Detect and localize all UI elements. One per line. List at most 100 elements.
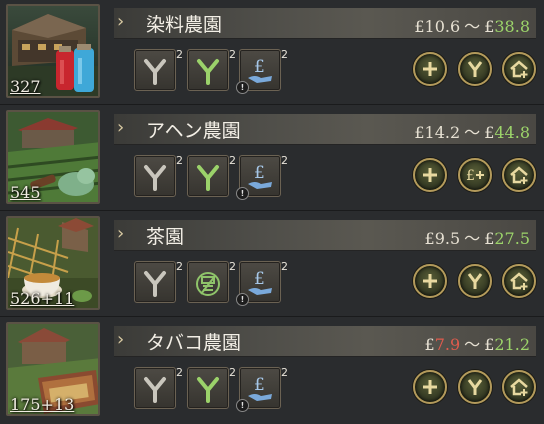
ownership-method-button[interactable]: £ 2 ! bbox=[236, 154, 288, 200]
chevron-right-icon[interactable]: › bbox=[117, 11, 124, 32]
branch-icon bbox=[467, 61, 483, 77]
building-name: アヘン農園 bbox=[146, 120, 241, 142]
ownership-method-button[interactable]: £ 2 ! bbox=[236, 366, 288, 412]
building-thumbnail[interactable]: 327 bbox=[6, 4, 100, 98]
tilde: ～ bbox=[464, 229, 481, 248]
automation-method-button[interactable]: 2 bbox=[187, 48, 236, 91]
svg-text:£: £ bbox=[254, 163, 265, 183]
ownership-method-button[interactable]: £ 2 ! bbox=[236, 260, 288, 306]
building-count[interactable]: 327 bbox=[10, 77, 41, 96]
chevron-right-icon[interactable]: › bbox=[117, 329, 124, 350]
production-method-button[interactable]: 2 bbox=[134, 154, 183, 197]
level-indicator: 2 bbox=[229, 154, 236, 167]
price-min: 7.9 bbox=[434, 335, 461, 354]
expand-button[interactable] bbox=[413, 52, 447, 86]
branch-icon bbox=[467, 379, 483, 395]
subsidize-button[interactable]: £ bbox=[458, 158, 492, 192]
plus-icon bbox=[423, 274, 437, 288]
currency-symbol: £ bbox=[414, 17, 425, 36]
building-name: 染料農園 bbox=[146, 14, 223, 36]
build-button[interactable] bbox=[502, 264, 536, 298]
warning-icon: ! bbox=[236, 81, 249, 94]
svg-text:£: £ bbox=[254, 375, 265, 395]
house-plus-icon bbox=[510, 272, 528, 290]
branch-grey-icon bbox=[144, 59, 166, 85]
building-count[interactable]: 545 bbox=[10, 183, 41, 202]
building-thumbnail[interactable]: 526+11 bbox=[6, 216, 100, 310]
svg-text:£: £ bbox=[254, 269, 265, 289]
svg-text:£: £ bbox=[466, 168, 475, 184]
building-thumbnail[interactable]: 175+13 bbox=[6, 322, 100, 416]
level-indicator: 2 bbox=[176, 260, 183, 273]
building-name: 茶園 bbox=[146, 226, 185, 248]
build-button[interactable] bbox=[502, 370, 536, 404]
building-thumbnail[interactable]: 545 bbox=[6, 110, 100, 204]
plus-icon bbox=[423, 168, 437, 182]
chevron-right-icon[interactable]: › bbox=[117, 223, 124, 244]
change-method-button[interactable] bbox=[458, 264, 492, 298]
building-header[interactable]: › 茶園 £9.5 ～ £27.5 bbox=[114, 220, 536, 251]
house-plus-icon bbox=[510, 60, 528, 78]
building-header[interactable]: › 染料農園 £10.6 ～ £38.8 bbox=[114, 8, 536, 39]
hand-pound-icon: £ bbox=[248, 57, 272, 83]
currency-symbol: £ bbox=[414, 123, 425, 142]
building-row-tea-plantation: 526+11 › 茶園 £9.5 ～ £27.5 2 2 £ 2 ! bbox=[0, 210, 544, 316]
warning-icon: ! bbox=[236, 187, 249, 200]
svg-text:£: £ bbox=[254, 57, 265, 77]
level-indicator: 2 bbox=[281, 154, 288, 167]
branch-green-icon bbox=[197, 377, 219, 403]
building-count[interactable]: 526+11 bbox=[10, 289, 74, 308]
law-stamp-icon bbox=[196, 272, 220, 296]
change-method-button[interactable] bbox=[458, 370, 492, 404]
building-count[interactable]: 175+13 bbox=[10, 395, 74, 414]
building-header[interactable]: › タバコ農園 £7.9 ～ £21.2 bbox=[114, 326, 536, 357]
building-name: タバコ農園 bbox=[146, 332, 242, 354]
price-range: £10.6 ～ £38.8 bbox=[414, 13, 530, 37]
branch-green-icon bbox=[197, 165, 219, 191]
currency-symbol: £ bbox=[484, 17, 495, 36]
branch-grey-icon bbox=[144, 165, 166, 191]
automation-method-button[interactable]: 2 bbox=[187, 366, 236, 409]
build-button[interactable] bbox=[502, 158, 536, 192]
currency-symbol: £ bbox=[484, 229, 495, 248]
expand-button[interactable] bbox=[413, 370, 447, 404]
currency-symbol: £ bbox=[484, 123, 495, 142]
automation-method-button[interactable]: 2 bbox=[187, 154, 236, 197]
tilde: ～ bbox=[464, 335, 481, 354]
building-row-opium-plantation: 545 › アヘン農園 £14.2 ～ £44.8 2 2 £ 2 ! £ bbox=[0, 104, 544, 210]
house-plus-icon bbox=[510, 378, 528, 396]
level-indicator: 2 bbox=[229, 260, 236, 273]
price-min: 10.6 bbox=[424, 17, 461, 36]
branch-grey-icon bbox=[144, 271, 166, 297]
warning-icon: ! bbox=[236, 399, 249, 412]
production-method-button[interactable]: 2 bbox=[134, 48, 183, 91]
production-method-button[interactable]: 2 bbox=[134, 366, 183, 409]
law-method-button[interactable]: 2 bbox=[187, 260, 236, 303]
level-indicator: 2 bbox=[176, 366, 183, 379]
branch-icon bbox=[467, 273, 483, 289]
price-range: £14.2 ～ £44.8 bbox=[414, 119, 530, 143]
expand-button[interactable] bbox=[413, 158, 447, 192]
tilde: ～ bbox=[464, 123, 481, 142]
production-method-button[interactable]: 2 bbox=[134, 260, 183, 303]
warning-icon: ! bbox=[236, 293, 249, 306]
currency-symbol: £ bbox=[484, 335, 495, 354]
chevron-right-icon[interactable]: › bbox=[117, 117, 124, 138]
price-min: 9.5 bbox=[434, 229, 461, 248]
level-indicator: 2 bbox=[281, 260, 288, 273]
build-button[interactable] bbox=[502, 52, 536, 86]
building-row-tobacco-plantation: 175+13 › タバコ農園 £7.9 ～ £21.2 2 2 £ 2 ! bbox=[0, 316, 544, 422]
expand-button[interactable] bbox=[413, 264, 447, 298]
currency-symbol: £ bbox=[424, 229, 435, 248]
house-plus-icon bbox=[510, 166, 528, 184]
price-max: 38.8 bbox=[494, 17, 530, 36]
price-max: 27.5 bbox=[494, 229, 530, 248]
level-indicator: 2 bbox=[281, 366, 288, 379]
hand-pound-icon: £ bbox=[248, 269, 272, 295]
level-indicator: 2 bbox=[176, 154, 183, 167]
level-indicator: 2 bbox=[229, 48, 236, 61]
plus-icon bbox=[423, 380, 437, 394]
building-header[interactable]: › アヘン農園 £14.2 ～ £44.8 bbox=[114, 114, 536, 145]
change-method-button[interactable] bbox=[458, 52, 492, 86]
ownership-method-button[interactable]: £ 2 ! bbox=[236, 48, 288, 94]
